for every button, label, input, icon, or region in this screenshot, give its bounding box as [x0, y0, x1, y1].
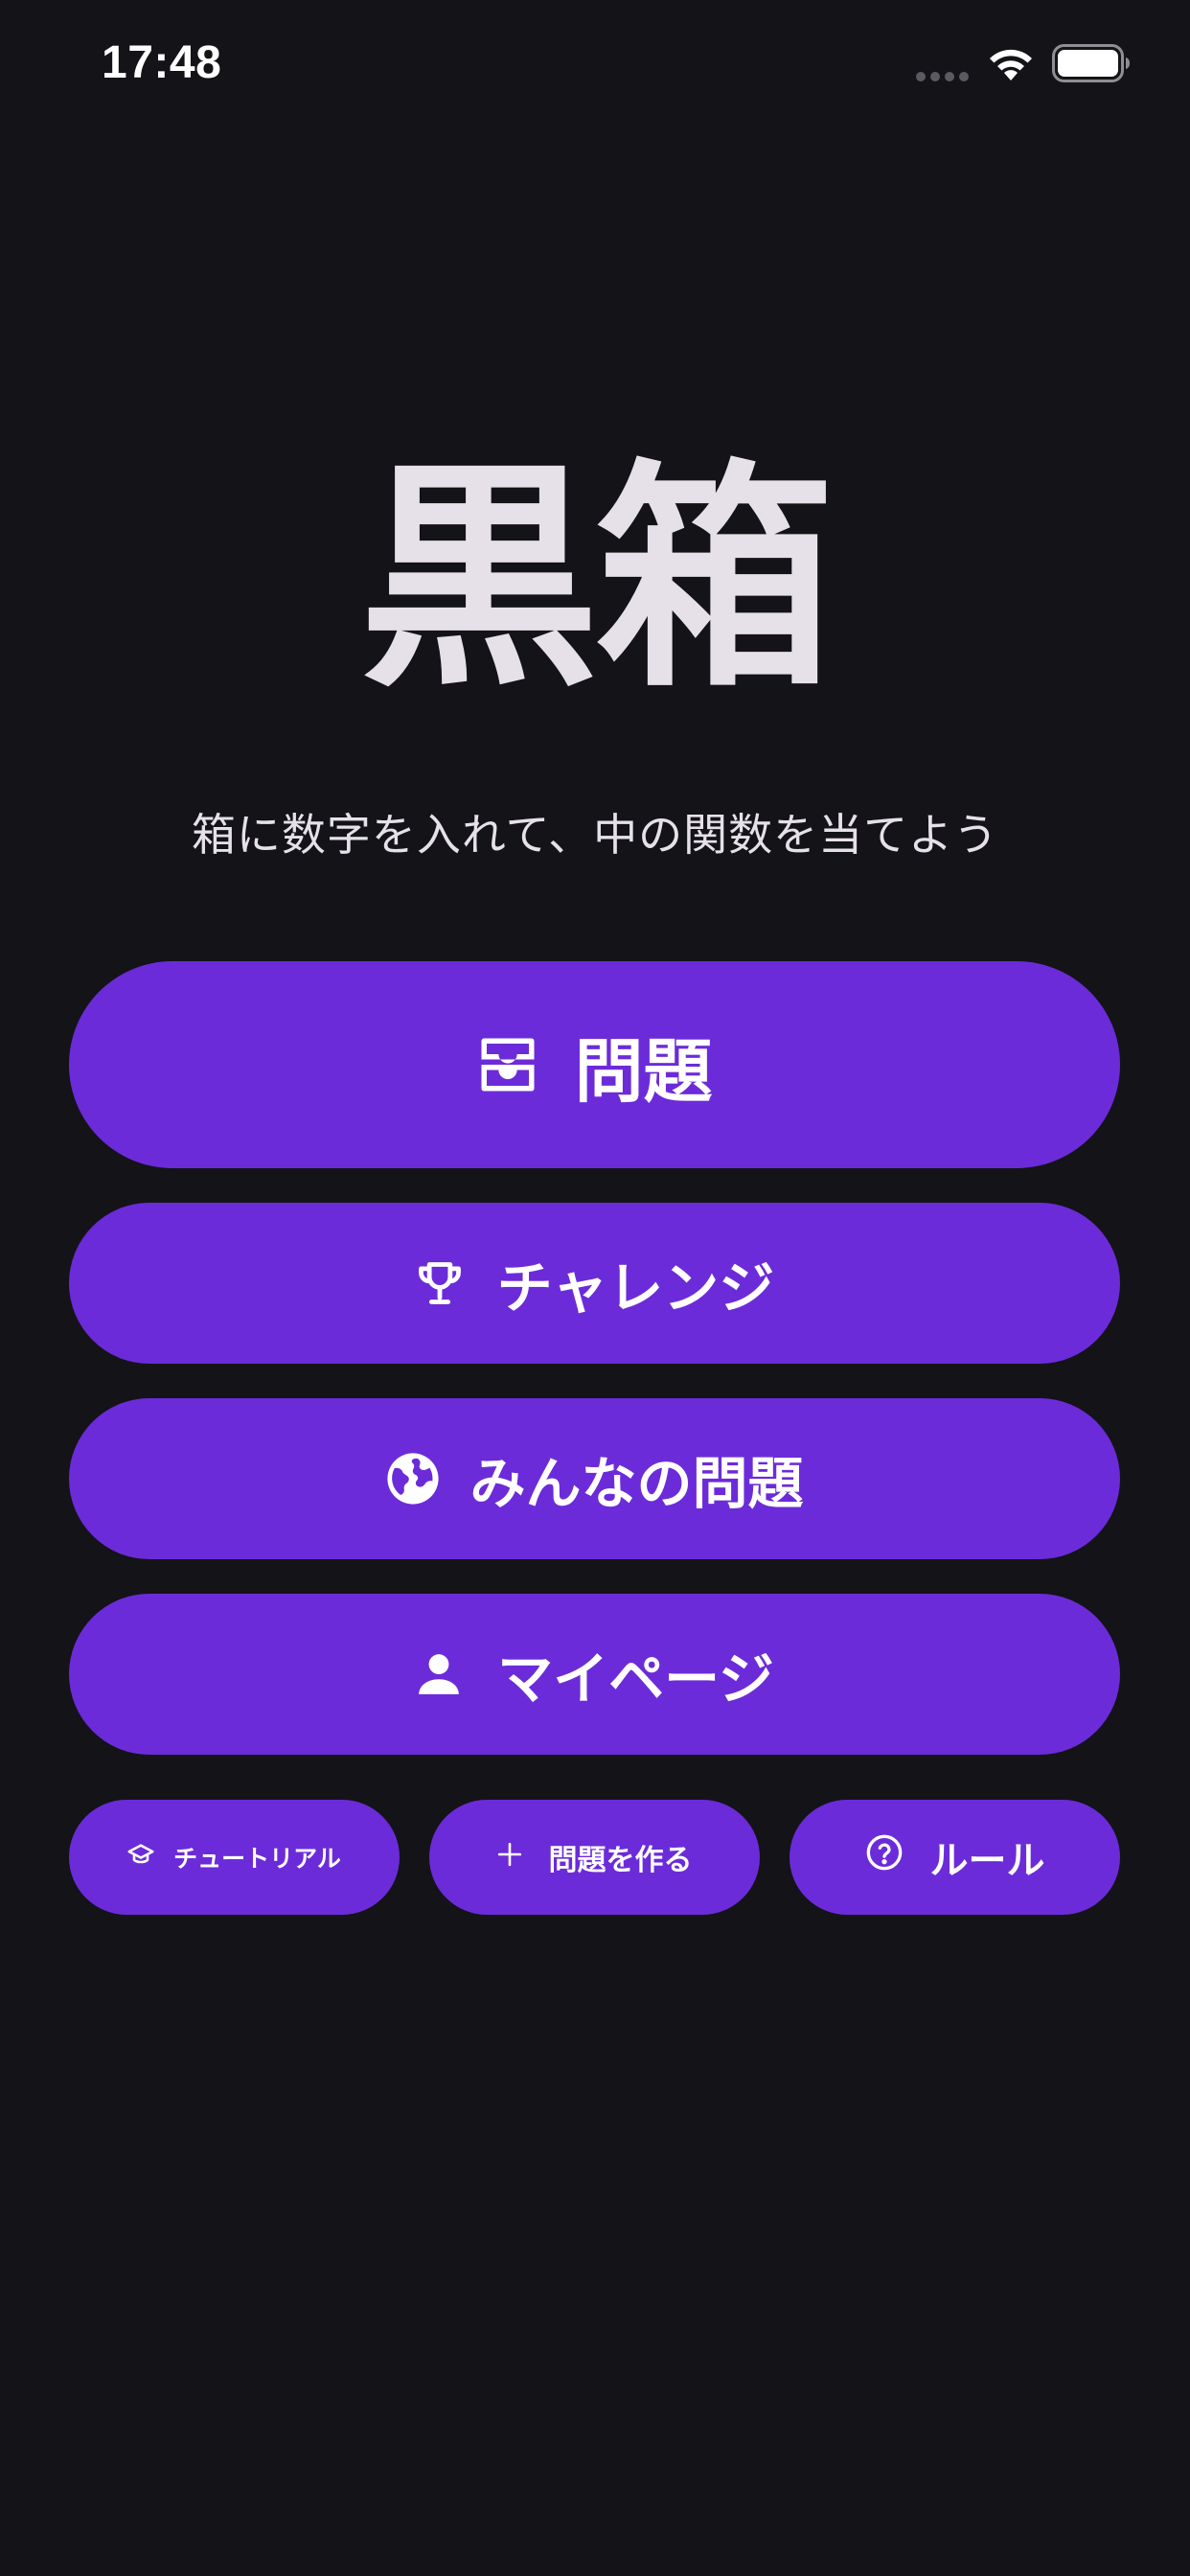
community-problems-button[interactable]: みんなの問題 — [69, 1398, 1120, 1559]
rules-label: ルール — [929, 1839, 1045, 1883]
help-circle-icon — [865, 1833, 904, 1881]
inbox-tray-icon — [476, 1033, 539, 1096]
problems-label: 問題 — [574, 1030, 713, 1112]
trophy-icon — [415, 1258, 465, 1308]
wifi-icon — [990, 49, 1032, 80]
globe-icon — [385, 1451, 441, 1506]
app-subtitle: 箱に数字を入れて、中の関数を当てよう — [191, 809, 999, 861]
problems-button[interactable]: 問題 — [69, 961, 1120, 1168]
graduation-cap-icon — [127, 1841, 154, 1874]
challenge-button[interactable]: チャレンジ — [69, 1203, 1120, 1364]
create-problem-button[interactable]: 問題を作る — [429, 1800, 760, 1915]
mypage-label: マイページ — [497, 1646, 774, 1712]
create-problem-label: 問題を作る — [548, 1844, 693, 1877]
tutorial-label: チュートリアル — [173, 1845, 341, 1873]
battery-icon — [1052, 44, 1130, 82]
tutorial-button[interactable]: チュートリアル — [69, 1800, 400, 1915]
challenge-label: チャレンジ — [496, 1255, 775, 1321]
plus-icon — [497, 1841, 522, 1874]
status-bar: 17:48 — [0, 0, 1190, 125]
app-title: 黒箱 — [359, 440, 835, 719]
rules-button[interactable]: ルール — [790, 1800, 1120, 1915]
cellular-signal-icon — [916, 72, 969, 81]
mypage-button[interactable]: マイページ — [69, 1594, 1120, 1755]
community-problems-label: みんなの問題 — [469, 1451, 804, 1516]
status-time: 17:48 — [102, 37, 222, 88]
person-icon — [415, 1650, 463, 1698]
